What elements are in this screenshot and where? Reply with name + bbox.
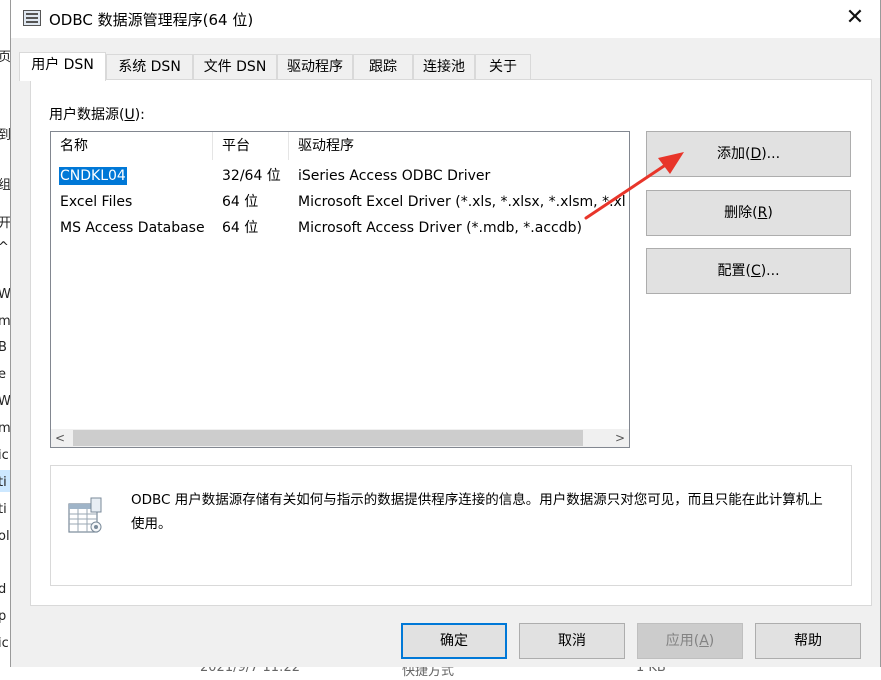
horizontal-scrollbar[interactable]: < > [51, 429, 629, 447]
column-header-driver[interactable]: 驱动程序 [289, 132, 629, 160]
list-item[interactable]: Excel Files 64 位 Microsoft Excel Driver … [51, 189, 629, 215]
dsn-platform: 64 位 [222, 220, 259, 236]
odbc-app-icon [23, 10, 41, 26]
background-text: B [0, 340, 7, 355]
column-header-name[interactable]: 名称 [51, 132, 213, 160]
background-text: 页 [0, 50, 10, 65]
background-text: ti [0, 475, 7, 490]
close-icon[interactable]: ✕ [844, 7, 866, 29]
tab-connection-pooling[interactable]: 连接池 [413, 54, 475, 80]
tab-panel-user-dsn: 用户数据源(U): 名称 平台 驱动程序 CNDKL04 32/64 位 iSe… [30, 79, 872, 606]
ok-button[interactable]: 确定 [401, 623, 507, 659]
apply-button[interactable]: 应用(A) [637, 623, 743, 659]
window-title: ODBC 数据源管理程序(64 位) [49, 11, 254, 29]
background-text: ic [0, 636, 9, 651]
dsn-driver: iSeries Access ODBC Driver [298, 168, 491, 184]
column-header-platform[interactable]: 平台 [213, 132, 289, 160]
background-text: d [0, 582, 7, 597]
scroll-left-icon[interactable]: < [51, 429, 69, 447]
background-text: 组 [0, 178, 10, 193]
list-item[interactable]: CNDKL04 32/64 位 iSeries Access ODBC Driv… [51, 163, 629, 189]
database-table-icon [68, 497, 102, 533]
background-text: p [0, 609, 7, 624]
list-item[interactable]: MS Access Database 64 位 Microsoft Access… [51, 215, 629, 241]
info-description: ODBC 用户数据源存储有关如何与指示的数据提供程序连接的信息。用户数据源只对您… [131, 492, 823, 532]
dsn-driver: Microsoft Access Driver (*.mdb, *.accdb) [298, 220, 582, 236]
scroll-right-icon[interactable]: > [611, 429, 629, 447]
background-text: ol [0, 529, 10, 544]
background-text: e [0, 367, 6, 382]
background-file-row: 2021/9/7 11:22 快捷方式 1 KB [10, 667, 881, 680]
cancel-button[interactable]: 取消 [519, 623, 625, 659]
background-text: W [0, 394, 10, 409]
tab-about[interactable]: 关于 [475, 54, 531, 80]
dsn-platform: 64 位 [222, 194, 259, 210]
dsn-name: Excel Files [60, 194, 133, 210]
background-file-type: 快捷方式 [402, 667, 455, 679]
title-bar[interactable]: ODBC 数据源管理程序(64 位) ✕ [11, 0, 880, 38]
tab-tracing[interactable]: 跟踪 [353, 54, 413, 80]
tab-drivers[interactable]: 驱动程序 [277, 54, 353, 80]
background-text: 到 [0, 128, 10, 143]
odbc-dialog: ODBC 数据源管理程序(64 位) ✕ 用户 DSN 系统 DSN 文件 DS… [10, 0, 881, 667]
user-dsn-list[interactable]: 名称 平台 驱动程序 CNDKL04 32/64 位 iSeries Acces… [50, 131, 630, 448]
background-window-strip: 页 到 组 开 ^ Wi m B e W m ic ti ti ol d p i… [0, 0, 10, 680]
remove-button[interactable]: 删除(R) [646, 190, 851, 236]
background-text: m [0, 421, 10, 436]
tab-system-dsn[interactable]: 系统 DSN [106, 54, 193, 80]
background-text: m [0, 314, 10, 329]
background-text: ^ [0, 240, 9, 255]
user-data-sources-label: 用户数据源(U): [49, 107, 145, 123]
tab-file-dsn[interactable]: 文件 DSN [193, 54, 277, 80]
dsn-platform: 32/64 位 [222, 168, 281, 184]
help-button[interactable]: 帮助 [755, 623, 861, 659]
background-file-size: 1 KB [636, 667, 666, 675]
background-text: ic [0, 448, 9, 463]
background-text: Wi [0, 287, 10, 302]
info-box: ODBC 用户数据源存储有关如何与指示的数据提供程序连接的信息。用户数据源只对您… [50, 465, 852, 586]
list-header: 名称 平台 驱动程序 [51, 132, 629, 160]
dsn-name: CNDKL04 [59, 166, 128, 186]
background-text: 开 [0, 216, 10, 231]
add-button[interactable]: 添加(D)... [646, 131, 851, 177]
background-text: ti [0, 502, 7, 517]
dsn-name: MS Access Database [60, 220, 205, 236]
dsn-driver: Microsoft Excel Driver (*.xls, *.xlsx, *… [298, 194, 626, 210]
background-file-date: 2021/9/7 11:22 [200, 667, 300, 675]
scrollbar-thumb[interactable] [73, 430, 583, 446]
tab-user-dsn[interactable]: 用户 DSN [19, 52, 106, 81]
configure-button[interactable]: 配置(C)... [646, 248, 851, 294]
